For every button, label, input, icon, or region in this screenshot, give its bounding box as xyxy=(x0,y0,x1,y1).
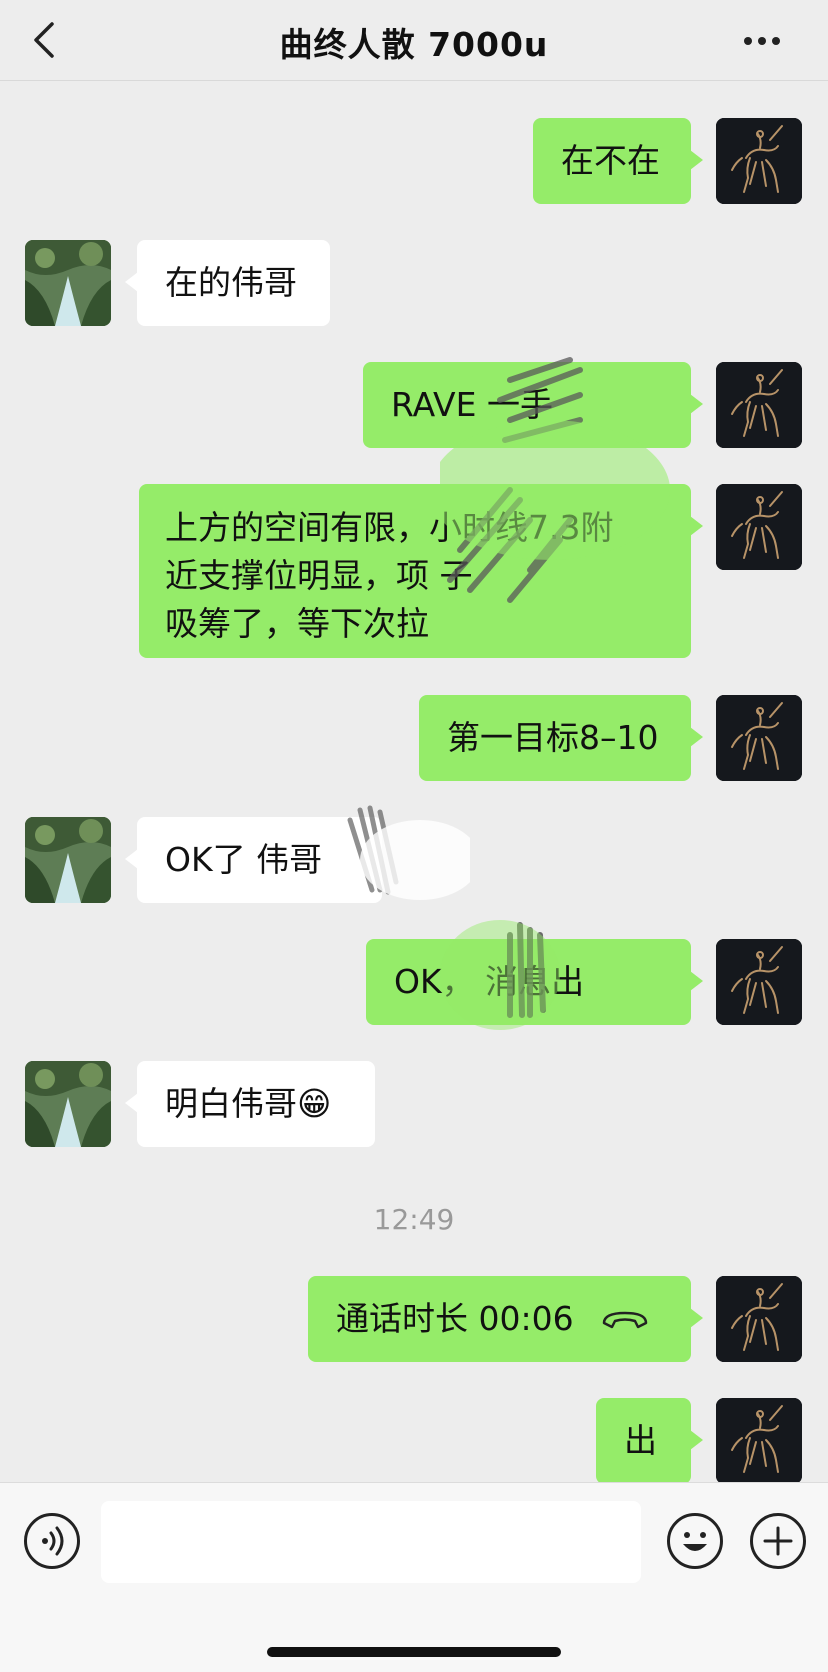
message-bubble[interactable]: 第一目标8–10 xyxy=(419,695,703,781)
contact-avatar[interactable] xyxy=(25,1061,111,1147)
call-record-bubble[interactable]: 通话时长 00:06 xyxy=(308,1276,703,1362)
contact-avatar[interactable] xyxy=(25,817,111,903)
home-indicator[interactable] xyxy=(267,1647,561,1657)
message-line: 近支撑位明显，项 子 xyxy=(165,556,473,595)
message-text: OK， 消息出 xyxy=(394,962,585,1001)
message-bubble[interactable]: 上方的空间有限，小时线7.3附 近支撑位明显，项 子 吸筹了，等下次拉 xyxy=(139,484,703,658)
voice-icon[interactable] xyxy=(24,1513,80,1569)
message-bubble[interactable]: 明白伟哥😁 xyxy=(125,1061,375,1147)
message-line: 吸筹了，等下次拉 xyxy=(165,604,429,643)
message-bubble[interactable]: RAVE 一手 xyxy=(363,362,703,448)
emoji-icon[interactable] xyxy=(667,1513,723,1569)
message-bubble[interactable]: 出 xyxy=(596,1398,703,1484)
plus-icon[interactable] xyxy=(750,1513,806,1569)
message-text: 出 xyxy=(624,1421,657,1460)
contact-avatar[interactable] xyxy=(25,240,111,326)
message-text: 第一目标8–10 xyxy=(447,718,659,757)
message-text: 通话时长 00:06 xyxy=(336,1299,574,1338)
chat-title: 曲终人散 7000u xyxy=(279,25,549,64)
self-avatar[interactable] xyxy=(716,118,802,204)
self-avatar[interactable] xyxy=(716,695,802,781)
message-text: 明白伟哥😁 xyxy=(165,1084,332,1123)
message-text: OK了 伟哥 xyxy=(165,840,323,879)
hangup-icon xyxy=(602,1311,647,1329)
message-bubble[interactable]: 在不在 xyxy=(533,118,703,204)
message-bubble[interactable]: OK了 伟哥 xyxy=(125,817,382,903)
message-text: 在不在 xyxy=(561,141,660,180)
more-icon[interactable] xyxy=(744,30,788,45)
message-bubble[interactable]: OK， 消息出 xyxy=(366,939,703,1025)
self-avatar[interactable] xyxy=(716,484,802,570)
self-avatar[interactable] xyxy=(716,1398,802,1484)
message-text: 在的伟哥 xyxy=(165,263,297,302)
self-avatar[interactable] xyxy=(716,362,802,448)
message-text: RAVE 一手 xyxy=(391,385,553,424)
timestamp: 12:49 xyxy=(373,1203,455,1236)
self-avatar[interactable] xyxy=(716,1276,802,1362)
self-avatar[interactable] xyxy=(716,939,802,1025)
chat-header: 曲终人散 7000u xyxy=(0,0,828,81)
message-bubble[interactable]: 在的伟哥 xyxy=(125,240,330,326)
message-line: 上方的空间有限，小时线7.3附 xyxy=(165,508,614,547)
message-input[interactable] xyxy=(101,1501,641,1583)
input-bar xyxy=(0,1482,828,1672)
